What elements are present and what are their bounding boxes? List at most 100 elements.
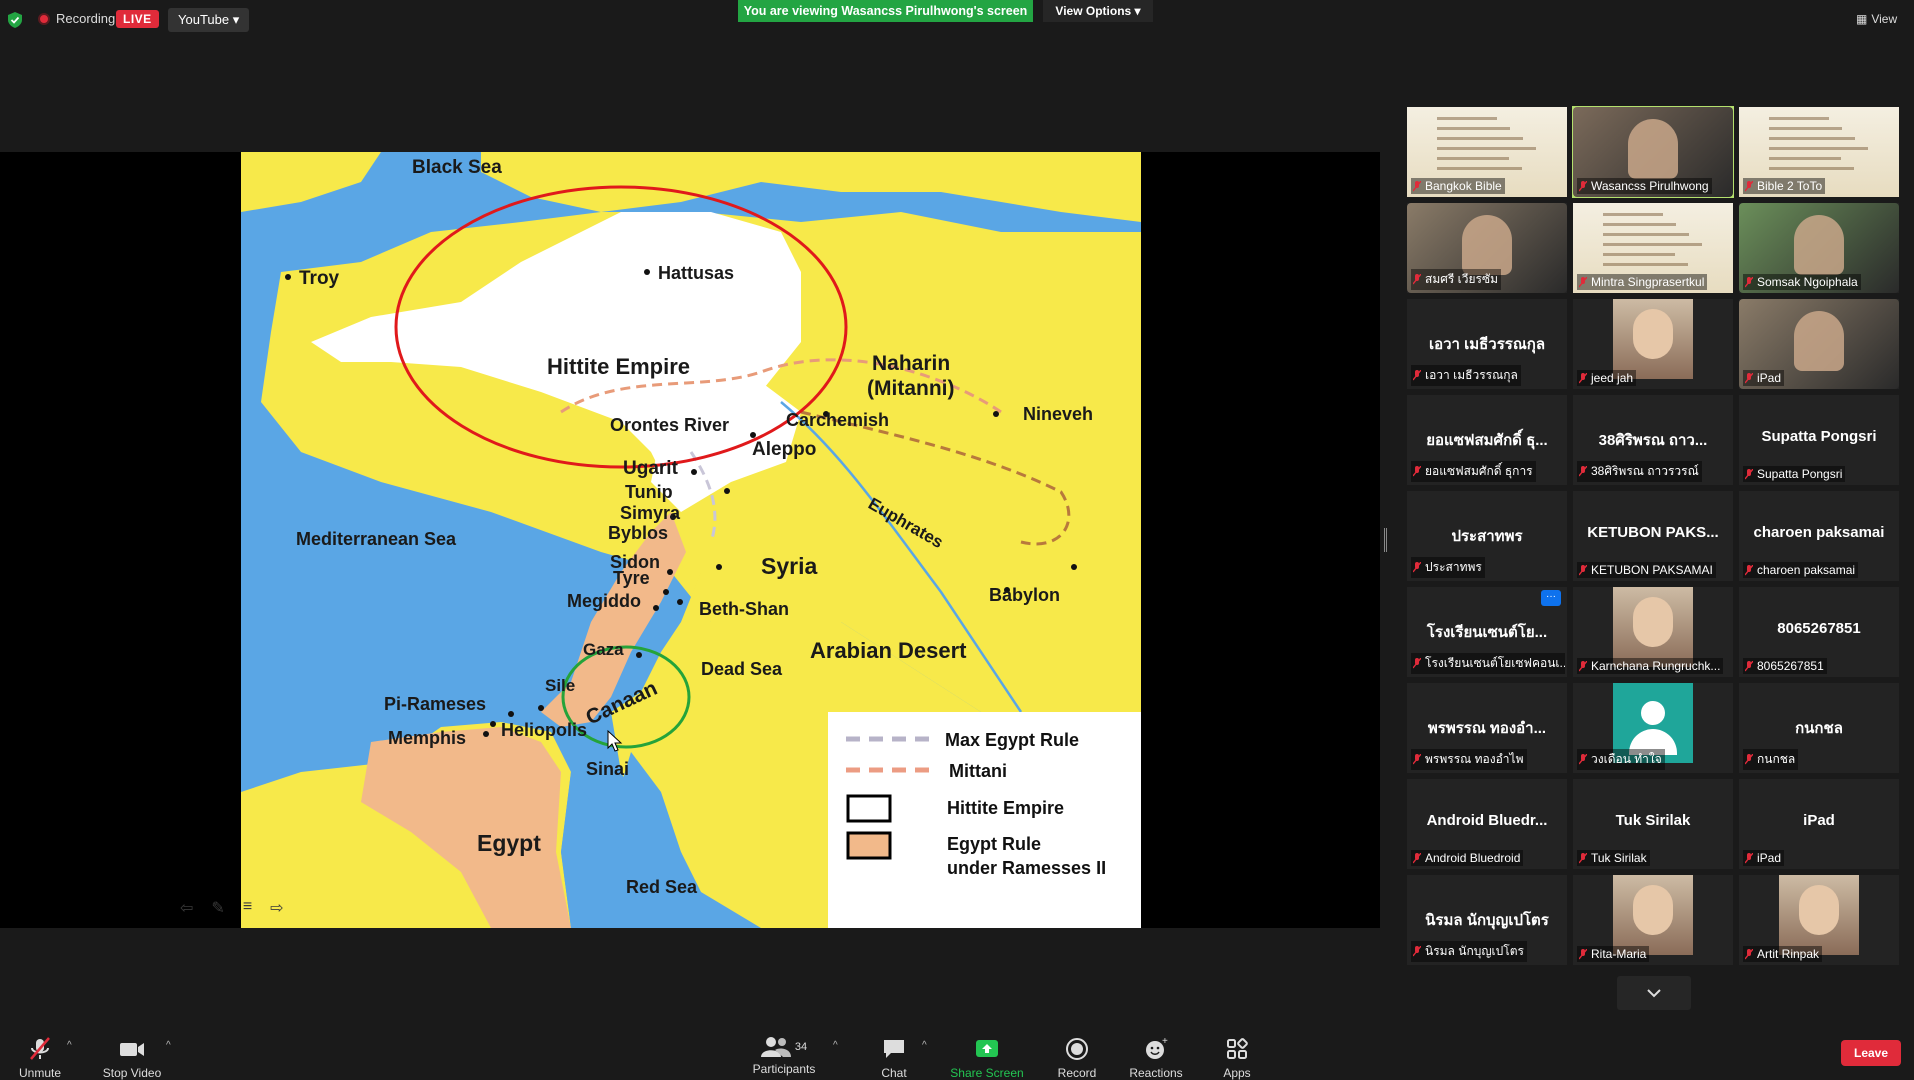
participant-tile[interactable]: iPad iPad (1739, 779, 1899, 869)
participants-icon (760, 1037, 791, 1057)
view-button[interactable]: ▦ View (1856, 12, 1897, 26)
participant-tile[interactable]: Bangkok Bible (1407, 107, 1567, 197)
participant-tile[interactable]: jeed jah (1573, 299, 1733, 389)
participant-name-label: กนกชล (1743, 749, 1799, 770)
label-beth-shan: Beth-Shan (699, 599, 789, 619)
participant-name: Android Bluedroid (1425, 851, 1521, 865)
participant-tile[interactable]: วงเดือน ทำใจ (1573, 683, 1733, 773)
participant-tile[interactable]: KETUBON PAKS... KETUBON PAKSAMAI (1573, 491, 1733, 581)
label-red-sea: Red Sea (626, 877, 698, 897)
unmute-button[interactable]: Unmute (12, 1036, 68, 1080)
participant-tile[interactable]: เอวา เมธีวรรณกุล เอวา เมธีวรรณกุล (1407, 299, 1567, 389)
muted-mic-icon (1744, 852, 1754, 864)
participant-tile[interactable]: Rita-Maria (1573, 875, 1733, 965)
shared-map: Max Egypt Rule Mittani Hittite Empire Eg… (241, 152, 1141, 928)
leave-button[interactable]: Leave (1841, 1040, 1901, 1066)
menu-icon[interactable]: ≡ (243, 898, 252, 918)
muted-mic-icon (1412, 180, 1422, 192)
muted-mic-icon (1412, 561, 1422, 573)
muted-mic-icon (1412, 273, 1422, 285)
youtube-dropdown[interactable]: YouTube ▾ (168, 8, 250, 32)
svg-text:+: + (1162, 1036, 1168, 1047)
participant-tile[interactable]: Somsak Ngoiphala (1739, 203, 1899, 293)
chat-options-caret[interactable]: ^ (922, 1040, 927, 1051)
participant-tile[interactable]: กนกชล กนกชล (1739, 683, 1899, 773)
recording-indicator[interactable]: Recording (38, 11, 115, 26)
security-shield-icon[interactable] (8, 12, 22, 28)
label-memphis: Memphis (388, 728, 466, 748)
participant-tile[interactable]: โรงเรียนเซนต์โย... โรงเรียนเซนต์โยเซฟคอนเ… (1407, 587, 1567, 677)
profile-photo (1613, 587, 1693, 667)
participant-display-name: Supatta Pongsri (1761, 428, 1877, 445)
participant-name: Rita-Maria (1591, 947, 1647, 961)
panel-resize-handle[interactable] (1384, 528, 1387, 552)
person-silhouette (1794, 215, 1844, 275)
muted-mic-icon (1578, 660, 1588, 672)
participant-display-name: พรพรรณ ทองอำ... (1427, 720, 1547, 737)
participants-button[interactable]: 34 Participants (752, 1036, 816, 1076)
profile-photo (1779, 875, 1859, 955)
muted-mic-icon (1744, 948, 1754, 960)
participant-tile[interactable]: พรพรรณ ทองอำ... พรพรรณ ทองอำไพ (1407, 683, 1567, 773)
participant-tile[interactable]: สมศรี เวียรซัม (1407, 203, 1567, 293)
participant-name-label: Bible 2 ToTo (1743, 178, 1826, 194)
record-label: Record (1057, 1066, 1097, 1080)
reactions-button[interactable]: + Reactions (1128, 1036, 1184, 1080)
stop-video-button[interactable]: Stop Video (98, 1036, 166, 1080)
pen-icon[interactable]: ✎ (211, 898, 224, 918)
undo-icon[interactable]: ⇦ (180, 898, 193, 918)
live-badge[interactable]: LIVE (116, 10, 159, 28)
label-egypt: Egypt (477, 830, 541, 856)
label-tunip: Tunip (625, 482, 673, 502)
more-options-icon[interactable]: ··· (1541, 590, 1561, 606)
gallery-next-button[interactable] (1617, 976, 1691, 1010)
participant-tile[interactable]: charoen paksamai charoen paksamai (1739, 491, 1899, 581)
participant-tile[interactable]: ประสาทพร ประสาทพร (1407, 491, 1567, 581)
participant-tile[interactable]: 8065267851 8065267851 (1739, 587, 1899, 677)
muted-mic-icon (1744, 753, 1754, 765)
participant-tile[interactable]: Tuk Sirilak Tuk Sirilak (1573, 779, 1733, 869)
label-dead-sea: Dead Sea (701, 659, 783, 679)
participant-display-name: กนกชล (1795, 720, 1843, 737)
person-silhouette (1794, 311, 1844, 371)
view-options-button[interactable]: View Options ▾ (1043, 0, 1153, 22)
muted-mic-icon (1578, 180, 1588, 192)
redo-icon[interactable]: ⇨ (270, 898, 283, 918)
muted-mic-icon (1744, 372, 1754, 384)
label-simyra: Simyra (620, 503, 681, 523)
participant-tile[interactable]: 38ศิริพรณ ถาว... 38ศิริพรณ ถาวรวรณ์ (1573, 395, 1733, 485)
chat-button[interactable]: Chat (874, 1036, 914, 1080)
participant-name: Artit Rinpak (1757, 947, 1820, 961)
participant-name-label: พรพรรณ ทองอำไพ (1411, 749, 1527, 770)
video-options-caret[interactable]: ^ (166, 1040, 171, 1051)
participant-tile[interactable]: Supatta Pongsri Supatta Pongsri (1739, 395, 1899, 485)
audio-options-caret[interactable]: ^ (67, 1040, 72, 1051)
participant-tile[interactable]: Mintra Singprasertkul (1573, 203, 1733, 293)
participant-name: โรงเรียนเซนต์โยเซฟคอนเ... (1425, 656, 1565, 670)
apps-button[interactable]: Apps (1220, 1036, 1254, 1080)
participant-tile[interactable]: Android Bluedr... Android Bluedroid (1407, 779, 1567, 869)
participant-display-name: Android Bluedr... (1426, 812, 1548, 829)
participant-display-name: นิรมล นักบุญเปโตร (1425, 912, 1549, 929)
participant-display-name: 38ศิริพรณ ถาว... (1598, 432, 1708, 449)
participant-name-label: Karnchana Rungruchk... (1577, 658, 1724, 674)
muted-mic-icon (1578, 852, 1588, 864)
participant-tile[interactable]: นิรมล นักบุญเปโตร นิรมล นักบุญเปโตร (1407, 875, 1567, 965)
participant-tile[interactable]: Wasancss Pirulhwong (1572, 106, 1734, 198)
participant-tile[interactable]: iPad (1739, 299, 1899, 389)
participant-tile[interactable]: Bible 2 ToTo (1739, 107, 1899, 197)
participant-name: พรพรรณ ทองอำไพ (1425, 752, 1524, 766)
record-button[interactable]: Record (1056, 1036, 1098, 1080)
participants-options-caret[interactable]: ^ (833, 1040, 838, 1051)
participant-tile[interactable]: ยอแซฟสมศักดิ์ ธุ... ยอแซฟสมศักดิ์ ธุการ (1407, 395, 1567, 485)
share-screen-button[interactable]: Share Screen (950, 1036, 1024, 1080)
participant-tile[interactable]: Karnchana Rungruchk... (1573, 587, 1733, 677)
participant-tile[interactable]: Artit Rinpak (1739, 875, 1899, 965)
participant-name-label: Bangkok Bible (1411, 178, 1505, 194)
participant-name-label: Wasancss Pirulhwong (1577, 178, 1712, 194)
participant-name: KETUBON PAKSAMAI (1591, 563, 1713, 577)
participant-name: Wasancss Pirulhwong (1591, 179, 1709, 193)
muted-mic-icon (1412, 465, 1422, 477)
participant-name: Mintra Singprasertkul (1591, 275, 1705, 289)
participant-display-name: โรงเรียนเซนต์โย... (1426, 624, 1548, 641)
